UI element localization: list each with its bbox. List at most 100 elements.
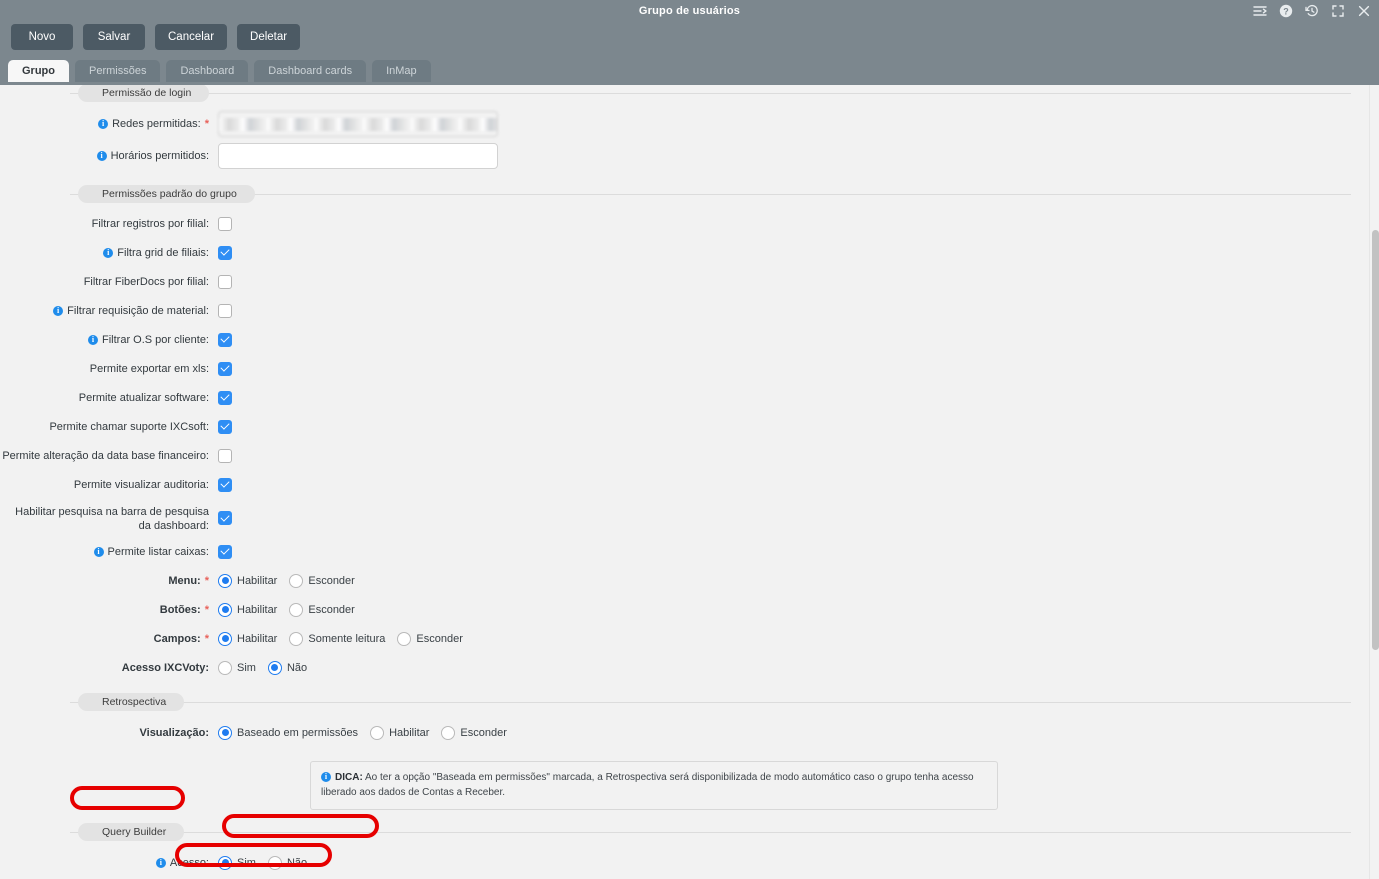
radio-option[interactable]: Sim bbox=[218, 660, 256, 675]
tab-permisses[interactable]: Permissões bbox=[75, 60, 161, 82]
checkbox-row-6-checkbox[interactable] bbox=[218, 390, 232, 405]
radio-button[interactable] bbox=[218, 855, 232, 870]
radio-button[interactable] bbox=[218, 725, 232, 740]
info-icon[interactable]: i bbox=[98, 119, 109, 129]
info-icon[interactable]: i bbox=[103, 247, 114, 258]
checkbox-row-2-checkbox[interactable] bbox=[218, 274, 232, 289]
info-icon[interactable]: i bbox=[93, 546, 104, 557]
checkbox-row-0-checkbox[interactable] bbox=[218, 216, 232, 231]
horarios-permitidos-input[interactable] bbox=[218, 143, 498, 169]
radio-option[interactable]: Habilitar bbox=[218, 631, 277, 646]
field-label-text: Visualização: bbox=[139, 726, 210, 739]
radio-row-menu-: Menu: * Habilitar Esconder bbox=[0, 566, 1379, 595]
checkbox-row-5-checkbox[interactable] bbox=[218, 361, 232, 376]
checkbox-row-11-checkbox[interactable] bbox=[218, 544, 232, 559]
radio-button[interactable] bbox=[218, 631, 232, 646]
radio-button[interactable] bbox=[218, 573, 232, 588]
info-icon[interactable]: i bbox=[155, 857, 166, 868]
radio-option[interactable]: Sim bbox=[218, 855, 256, 870]
section-rule bbox=[70, 93, 1351, 94]
tab-grupo[interactable]: Grupo bbox=[8, 60, 69, 82]
query-builder-body: iAcesso:SimNãoiVisualizar visões: bbox=[0, 833, 1379, 879]
radio-button[interactable] bbox=[218, 660, 232, 675]
help-icon[interactable]: ? bbox=[1279, 4, 1293, 18]
section-query-builder-legend: Query Builder bbox=[78, 823, 185, 841]
radio-option[interactable]: Não bbox=[267, 660, 307, 675]
radio-button[interactable] bbox=[289, 631, 304, 646]
info-icon[interactable]: i bbox=[321, 772, 331, 782]
required-marker: * bbox=[204, 632, 209, 645]
field-label-text: Campos: bbox=[153, 632, 201, 645]
vertical-scrollbar-thumb[interactable] bbox=[1372, 230, 1379, 650]
fullscreen-icon[interactable] bbox=[1331, 4, 1345, 18]
info-icon[interactable]: i bbox=[96, 151, 107, 161]
radio-option[interactable]: Habilitar bbox=[218, 602, 277, 617]
window-title: Grupo de usuários bbox=[638, 5, 741, 17]
field-label-text: Filtrar registros por filial: bbox=[91, 217, 209, 230]
tab-dashboard[interactable]: Dashboard bbox=[166, 60, 249, 82]
checkbox-row-6-label: Permite atualizar software: bbox=[0, 391, 218, 405]
checkbox-row-11-label: i Permite listar caixas: bbox=[0, 545, 218, 559]
tab-inmap[interactable]: InMap bbox=[372, 60, 431, 82]
checkbox-row-9-checkbox[interactable] bbox=[218, 477, 232, 492]
radio-row-campos--label: Campos: * bbox=[0, 632, 218, 646]
section-rule bbox=[70, 194, 1351, 195]
radio-button[interactable] bbox=[289, 573, 304, 588]
radio-option-label: Baseado em permissões bbox=[237, 726, 359, 739]
radio-option[interactable]: Somente leitura bbox=[289, 631, 385, 646]
checkbox-row-3-checkbox[interactable] bbox=[218, 303, 232, 318]
radio-option-label: Esconder bbox=[416, 632, 463, 645]
radio-option[interactable]: Esconder bbox=[441, 725, 507, 740]
deletar-button[interactable]: Deletar bbox=[237, 24, 301, 50]
history-icon[interactable] bbox=[1305, 4, 1319, 18]
novo-button[interactable]: Novo bbox=[11, 24, 73, 50]
list-indent-icon[interactable] bbox=[1253, 4, 1267, 18]
radio-option[interactable]: Baseado em permissões bbox=[218, 725, 359, 740]
checkbox-row-4-checkbox[interactable] bbox=[218, 332, 232, 347]
checkbox-row-3: i Filtrar requisição de material: bbox=[0, 296, 1379, 325]
radio-option-label: Esconder bbox=[308, 603, 355, 616]
radio-option[interactable]: Não bbox=[267, 855, 307, 870]
radio-button[interactable] bbox=[441, 725, 456, 740]
row-redes-permitidas: i Redes permitidas: * bbox=[0, 108, 1379, 140]
action-toolbar: Novo Salvar Cancelar Deletar bbox=[11, 24, 301, 50]
radio-option[interactable]: Esconder bbox=[397, 631, 463, 646]
required-marker: * bbox=[204, 118, 209, 130]
salvar-button[interactable]: Salvar bbox=[83, 24, 145, 50]
checkbox-row-8-checkbox[interactable] bbox=[218, 448, 232, 463]
checkbox-row-9: Permite visualizar auditoria: bbox=[0, 470, 1379, 499]
radio-button[interactable] bbox=[267, 855, 282, 870]
radio-option[interactable]: Esconder bbox=[289, 602, 355, 617]
checkbox-row-0-label: Filtrar registros por filial: bbox=[0, 217, 218, 231]
application-window: Grupo de usuários ? Novo Salvar Cancelar… bbox=[0, 0, 1379, 879]
info-icon[interactable]: i bbox=[88, 334, 99, 345]
radio-button[interactable] bbox=[218, 602, 232, 617]
radio-button[interactable] bbox=[289, 602, 304, 617]
field-label-text: Acesso IXCVoty: bbox=[121, 661, 209, 674]
vertical-scrollbar[interactable] bbox=[1369, 85, 1379, 879]
radio-row-acesso-ixcvoty--group: Sim Não bbox=[218, 660, 307, 675]
field-label-text: Redes permitidas: bbox=[112, 118, 201, 130]
checkbox-row-7-checkbox[interactable] bbox=[218, 419, 232, 434]
redes-permitidas-input[interactable] bbox=[218, 111, 498, 137]
radio-row-botes--group: Habilitar Esconder bbox=[218, 602, 355, 617]
info-icon[interactable]: i bbox=[53, 305, 64, 316]
radio-row-menu--label: Menu: * bbox=[0, 574, 218, 588]
radio-option-label: Esconder bbox=[308, 574, 355, 587]
radio-button[interactable] bbox=[267, 660, 282, 675]
radio-option[interactable]: Habilitar bbox=[218, 573, 277, 588]
checkbox-row-1-checkbox[interactable] bbox=[218, 245, 232, 260]
close-icon[interactable] bbox=[1357, 4, 1371, 18]
field-label-text: Permite atualizar software: bbox=[78, 391, 209, 404]
radio-option[interactable]: Esconder bbox=[289, 573, 355, 588]
checkbox-row-10-checkbox[interactable] bbox=[218, 511, 232, 525]
cancelar-button[interactable]: Cancelar bbox=[155, 24, 228, 50]
radio-button[interactable] bbox=[370, 725, 385, 740]
checkbox-row-5-label: Permite exportar em xls: bbox=[0, 362, 218, 376]
radio-button[interactable] bbox=[397, 631, 412, 646]
section-permissoes-padrao-legend: Permissões padrão do grupo bbox=[78, 185, 255, 203]
radio-option[interactable]: Habilitar bbox=[370, 725, 429, 740]
tab-dashboard-cards[interactable]: Dashboard cards bbox=[254, 60, 367, 82]
checkbox-row-10: Habilitar pesquisa na barra de pesquisa … bbox=[0, 499, 1379, 537]
radio-row-campos-: Campos: * Habilitar Somente leitura Esconder bbox=[0, 624, 1379, 653]
